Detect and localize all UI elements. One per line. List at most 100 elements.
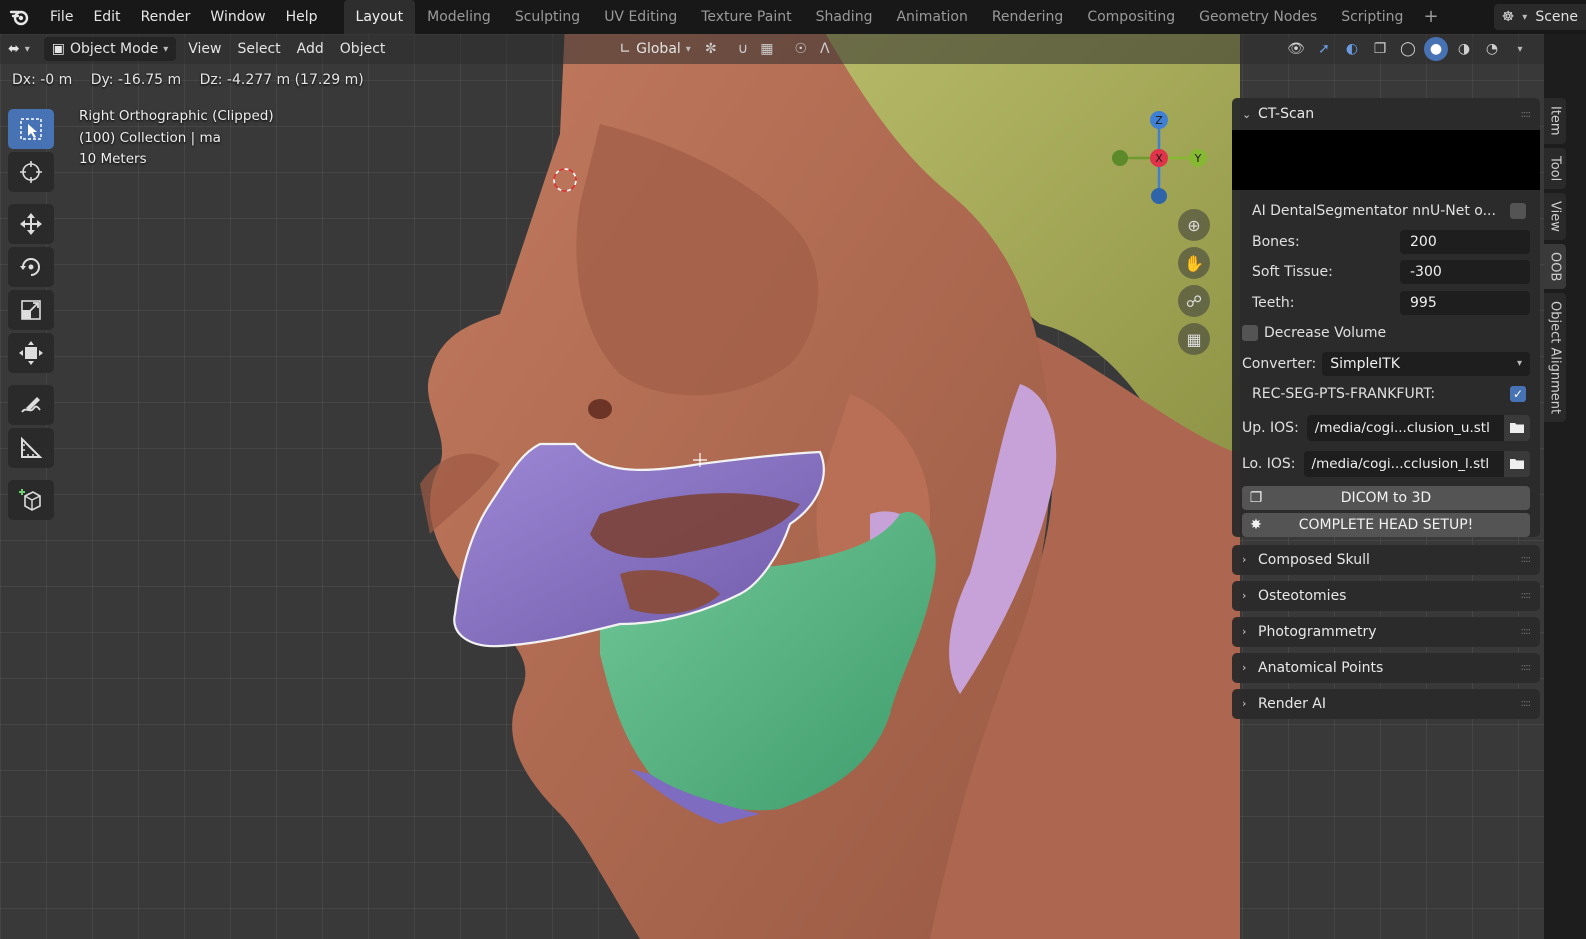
composed-skull-panel[interactable]: › Composed Skull:::: bbox=[1232, 544, 1540, 575]
move-tool[interactable] bbox=[8, 204, 54, 244]
ct-scan-header[interactable]: ⌄ CT-Scan :::: bbox=[1232, 98, 1540, 130]
drag-handle-icon[interactable]: :::: bbox=[1521, 698, 1532, 709]
transform-orientation-selector[interactable]: ∟ Global ▾ bbox=[611, 37, 698, 61]
drag-handle-icon[interactable]: :::: bbox=[1521, 626, 1532, 637]
tab-oob[interactable]: OOB bbox=[1544, 243, 1566, 290]
drag-handle-icon[interactable]: :::: bbox=[1521, 554, 1532, 565]
rec-seg-checkbox[interactable]: ✓ bbox=[1510, 386, 1526, 403]
scene-selector[interactable]: ☸ ▾ Scene bbox=[1493, 4, 1586, 30]
blender-logo-icon[interactable] bbox=[0, 8, 40, 26]
menu-window[interactable]: Window bbox=[200, 0, 275, 34]
transform-tool[interactable] bbox=[8, 333, 54, 373]
gizmo-neg-z[interactable] bbox=[1151, 188, 1167, 204]
shading-options-icon[interactable]: ▾ bbox=[1508, 37, 1532, 61]
menu-add[interactable]: Add bbox=[289, 37, 332, 61]
tab-oob-label: OOB bbox=[1547, 251, 1563, 282]
measure-tool[interactable] bbox=[8, 428, 54, 468]
tab-object-alignment[interactable]: Object Alignment bbox=[1544, 293, 1566, 423]
perspective-grid-icon[interactable]: ▦ bbox=[1178, 323, 1210, 355]
add-workspace-button[interactable]: + bbox=[1415, 0, 1446, 34]
menu-file[interactable]: File bbox=[40, 0, 83, 34]
tab-modeling[interactable]: Modeling bbox=[415, 0, 503, 34]
tab-animation[interactable]: Animation bbox=[884, 0, 979, 34]
add-cube-tool[interactable] bbox=[8, 480, 54, 520]
zoom-icon[interactable]: ⊕ bbox=[1178, 209, 1210, 241]
gizmo-toggle-icon[interactable]: ➚ bbox=[1312, 37, 1336, 61]
3d-viewport[interactable]: ⬌ ▾ ▣ Object Mode ▾ View Select Add Objec… bbox=[0, 34, 1544, 939]
cursor-tool[interactable] bbox=[8, 152, 54, 192]
menu-help[interactable]: Help bbox=[276, 0, 328, 34]
tab-texture-paint[interactable]: Texture Paint bbox=[689, 0, 803, 34]
converter-row: Converter: SimpleITK ▾ bbox=[1232, 349, 1540, 380]
scale-tool[interactable] bbox=[8, 290, 54, 330]
folder-icon[interactable] bbox=[1504, 414, 1530, 441]
rotate-tool[interactable] bbox=[8, 247, 54, 287]
annotate-tool[interactable] bbox=[8, 385, 54, 425]
move-arrows-icon bbox=[20, 213, 42, 235]
pivot-point-icon[interactable]: ✼ bbox=[699, 37, 723, 61]
dicom-to-3d-button[interactable]: ❐ DICOM to 3D bbox=[1242, 485, 1530, 510]
tab-sculpting[interactable]: Sculpting bbox=[503, 0, 592, 34]
gizmo-z-label: Z bbox=[1155, 114, 1163, 127]
converter-select[interactable]: SimpleITK ▾ bbox=[1322, 351, 1530, 376]
drag-handle-icon[interactable]: :::: bbox=[1521, 662, 1532, 673]
ai-segmentator-checkbox[interactable] bbox=[1510, 203, 1526, 220]
soft-tissue-field[interactable]: -300 bbox=[1400, 260, 1530, 285]
pan-hand-icon[interactable]: ✋ bbox=[1178, 247, 1210, 279]
tab-uv-editing[interactable]: UV Editing bbox=[592, 0, 689, 34]
anatomical-points-panel[interactable]: › Anatomical Points:::: bbox=[1232, 652, 1540, 683]
rendered-shading-icon[interactable]: ◔ bbox=[1480, 37, 1504, 61]
complete-head-setup-button[interactable]: ✸ COMPLETE HEAD SETUP! bbox=[1242, 512, 1530, 537]
drag-handle-icon[interactable]: :::: bbox=[1521, 590, 1532, 601]
tab-tool[interactable]: Tool bbox=[1544, 147, 1566, 189]
anatomical-points-label: Anatomical Points bbox=[1258, 659, 1384, 676]
osteotomies-panel[interactable]: › Osteotomies:::: bbox=[1232, 580, 1540, 611]
menu-edit[interactable]: Edit bbox=[83, 0, 130, 34]
rotate-icon bbox=[20, 258, 40, 276]
gizmo-neg-y[interactable] bbox=[1112, 150, 1128, 166]
wireframe-shading-icon[interactable]: ◯ bbox=[1396, 37, 1420, 61]
lower-ios-path-field[interactable]: /media/cogi...cclusion_l.stl bbox=[1303, 450, 1504, 477]
navigation-gizmo[interactable]: Z Y X bbox=[1108, 106, 1218, 216]
overlay-toggle-icon[interactable]: ◐ bbox=[1340, 37, 1364, 61]
folder-icon[interactable] bbox=[1504, 450, 1530, 477]
mode-selector[interactable]: ▣ Object Mode ▾ bbox=[43, 37, 177, 61]
upper-ios-path-field[interactable]: /media/cogi...clusion_u.stl bbox=[1306, 414, 1504, 441]
menu-object[interactable]: Object bbox=[332, 37, 394, 61]
solid-shading-icon[interactable]: ● bbox=[1424, 37, 1448, 61]
material-shading-icon[interactable]: ◑ bbox=[1452, 37, 1476, 61]
tab-compositing[interactable]: Compositing bbox=[1075, 0, 1187, 34]
bones-field[interactable]: 200 bbox=[1400, 229, 1530, 254]
proportional-edit-icon[interactable]: ☉ bbox=[789, 37, 813, 61]
xray-icon[interactable]: ❐ bbox=[1368, 37, 1392, 61]
ct-scan-panel: ⌄ CT-Scan :::: AI DentalSegmentator nnU-… bbox=[1232, 98, 1540, 537]
decrease-volume-checkbox[interactable] bbox=[1242, 325, 1258, 342]
tab-shading[interactable]: Shading bbox=[804, 0, 885, 34]
converter-label: Converter: bbox=[1242, 355, 1317, 372]
orientation-icon: ∟ bbox=[619, 41, 632, 57]
render-ai-panel[interactable]: › Render AI:::: bbox=[1232, 688, 1540, 719]
photogrammetry-panel[interactable]: › Photogrammetry:::: bbox=[1232, 616, 1540, 647]
snap-target-icon[interactable]: ▦ bbox=[755, 37, 779, 61]
menu-view[interactable]: View bbox=[180, 37, 229, 61]
tab-rendering[interactable]: Rendering bbox=[980, 0, 1076, 34]
tab-item[interactable]: Item bbox=[1544, 98, 1566, 144]
panel-title: CT-Scan bbox=[1258, 106, 1315, 122]
drag-handle-icon[interactable]: :::: bbox=[1521, 109, 1532, 120]
tab-geometry-nodes[interactable]: Geometry Nodes bbox=[1187, 0, 1329, 34]
snap-icon[interactable]: ∪ bbox=[731, 37, 755, 61]
tab-scripting[interactable]: Scripting bbox=[1329, 0, 1415, 34]
falloff-icon[interactable]: Λ bbox=[813, 37, 837, 61]
camera-view-icon[interactable]: ☍ bbox=[1178, 285, 1210, 317]
cube-icon: ❐ bbox=[1249, 489, 1263, 506]
tab-item-label: Item bbox=[1547, 106, 1563, 136]
head-setup-label: COMPLETE HEAD SETUP! bbox=[1298, 516, 1474, 533]
tab-layout[interactable]: Layout bbox=[343, 0, 416, 34]
visibility-icon[interactable]: 👁 bbox=[1284, 37, 1308, 61]
menu-select[interactable]: Select bbox=[229, 37, 288, 61]
editor-type-button[interactable]: ⬌ ▾ bbox=[0, 37, 38, 61]
menu-render[interactable]: Render bbox=[131, 0, 201, 34]
select-box-tool[interactable] bbox=[8, 109, 54, 149]
teeth-field[interactable]: 995 bbox=[1400, 290, 1530, 315]
tab-view[interactable]: View bbox=[1544, 192, 1566, 240]
